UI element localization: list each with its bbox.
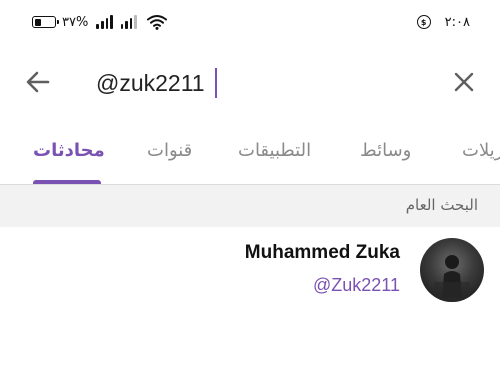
tab-media[interactable]: وسائط [360,140,411,161]
wifi-icon [147,15,168,30]
tab-downloads[interactable]: تنزيلات [462,140,500,161]
tab-apps[interactable]: التطبيقات [238,140,311,161]
signal-icon [96,15,113,29]
battery-level-fill [34,18,42,26]
tab-chats[interactable]: محادثات [33,140,105,161]
search-input[interactable] [96,64,416,102]
close-icon [454,72,474,92]
result-name: Muhammed Zuka [244,242,400,263]
text-cursor [215,68,217,98]
back-button[interactable] [18,62,58,102]
user-photo [434,255,470,302]
status-bar: %٣٧ $ ٢:٠٨ [0,0,500,42]
section-title: البحث العام [405,196,478,214]
section-header: البحث العام [0,185,500,227]
search-bar [0,42,500,124]
result-username: @Zuk2211 [313,275,400,295]
clear-search-button[interactable] [446,64,482,100]
battery-percent: %٣٧ [62,14,89,30]
active-tab-indicator [33,180,101,184]
arrow-left-icon [26,71,50,93]
battery-icon [32,16,59,28]
status-time: ٢:٠٨ [444,14,470,30]
tab-channels[interactable]: قنوات [147,140,192,161]
avatar [420,238,484,302]
status-bar-left: %٣٧ [32,12,168,32]
search-result-row[interactable]: Muhammed Zuka @Zuk2211 [0,228,500,310]
data-saver-icon: $ [416,15,431,29]
search-tabs: محادثات قنوات التطبيقات وسائط تنزيلات [0,124,500,185]
status-bar-right: $ ٢:٠٨ [416,12,470,32]
signal-icon [120,15,138,29]
